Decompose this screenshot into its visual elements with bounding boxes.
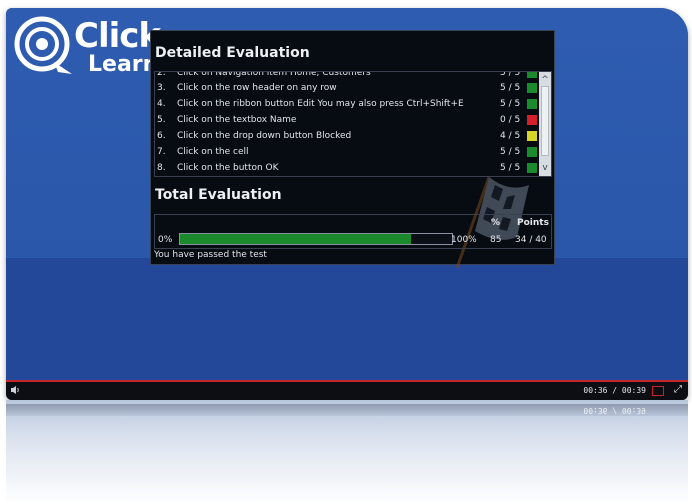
progress-fill <box>180 234 412 244</box>
row-score: 5 / 5 <box>500 83 521 93</box>
reflection-time: 00:36 / 00:39 <box>583 406 646 415</box>
points-value: 34 / 40 <box>515 235 547 245</box>
status-square <box>527 99 537 109</box>
expand-icon[interactable]: ⤢ <box>674 384 682 395</box>
playback-time: 00:36 / 00:39 <box>583 386 646 395</box>
list-item: 6. Click on the drop down button Blocked… <box>155 128 537 144</box>
list-item: 4. Click on the ribbon button Edit You m… <box>155 96 537 112</box>
logo-word-learn: Learn <box>88 52 159 77</box>
row-number: 6. <box>157 131 166 141</box>
row-text: Click on the row header on any row <box>177 83 337 93</box>
scroll-thumb[interactable] <box>541 86 549 156</box>
row-text: Click on the drop down button Blocked <box>177 131 352 141</box>
list-item: 3. Click on the row header on any row 5 … <box>155 80 537 96</box>
status-square <box>527 72 537 78</box>
row-number: 7. <box>157 147 166 157</box>
row-score: 4 / 5 <box>500 131 521 141</box>
scroll-up-icon[interactable]: ^ <box>539 74 551 86</box>
row-number: 3. <box>157 83 166 93</box>
points-header: Points <box>517 218 549 228</box>
player-reflection: 00:36 / 00:39 <box>6 400 688 504</box>
panel-title: Detailed Evaluation <box>155 45 310 61</box>
row-number: 5. <box>157 115 166 125</box>
speaker-icon[interactable] <box>10 385 20 398</box>
status-square <box>527 147 537 157</box>
evaluation-panel: Detailed Evaluation 2. Click on Navigati… <box>150 30 555 269</box>
stage-background-bottom <box>6 258 688 380</box>
progress-min-label: 0% <box>158 235 173 245</box>
result-message: You have passed the test <box>154 250 267 260</box>
logo-word-click: Click <box>74 16 161 56</box>
status-square <box>527 163 537 173</box>
list-item: 5. Click on the textbox Name 0 / 5 <box>155 112 537 128</box>
row-text: Click on the textbox Name <box>177 115 297 125</box>
logo-target-icon <box>14 16 72 74</box>
row-number: 4. <box>157 99 166 109</box>
percent-value: 85 <box>490 235 502 245</box>
row-number: 8. <box>157 163 166 173</box>
player-controls: 00:36 / 00:39 ⤢ <box>6 380 688 400</box>
percent-header: % <box>491 218 501 228</box>
row-score: 5 / 5 <box>500 99 521 109</box>
list-item: 7. Click on the cell 5 / 5 <box>155 144 537 160</box>
status-square <box>527 115 537 125</box>
status-square <box>527 131 537 141</box>
scroll-down-icon[interactable]: v <box>539 162 551 174</box>
row-text: Click on the ribbon button Edit You may … <box>177 99 464 109</box>
clicklearn-logo: Click Learn <box>14 14 164 77</box>
evaluation-flag-button[interactable] <box>652 386 664 396</box>
progress-bar <box>179 233 453 245</box>
progress-max-label: 100% <box>451 235 477 245</box>
row-text: Click on the cell <box>177 147 249 157</box>
total-evaluation-box: % Points 0% 100% 85 34 / 40 <box>154 214 552 249</box>
row-text: Click on the button OK <box>177 163 279 173</box>
list-scrollbar[interactable]: ^ v <box>539 72 551 176</box>
evaluation-list: 2. Click on Navigation item Home, Custom… <box>154 71 552 177</box>
total-title: Total Evaluation <box>155 187 282 203</box>
row-score: 5 / 5 <box>500 147 521 157</box>
row-score: 0 / 5 <box>500 115 521 125</box>
status-square <box>527 83 537 93</box>
